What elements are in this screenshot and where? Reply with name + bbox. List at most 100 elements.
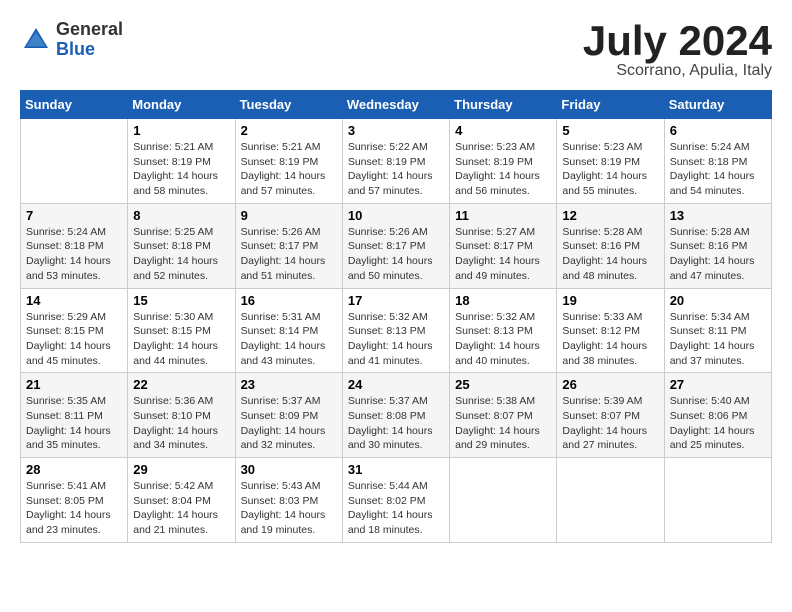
day-cell: 17 Sunrise: 5:32 AM Sunset: 8:13 PM Dayli…	[342, 288, 449, 373]
day-cell: 21 Sunrise: 5:35 AM Sunset: 8:11 PM Dayli…	[21, 373, 128, 458]
day-info: Sunrise: 5:23 AM Sunset: 8:19 PM Dayligh…	[562, 140, 658, 199]
day-cell: 31 Sunrise: 5:44 AM Sunset: 8:02 PM Dayli…	[342, 458, 449, 543]
header-row: SundayMondayTuesdayWednesdayThursdayFrid…	[21, 91, 772, 119]
day-cell: 25 Sunrise: 5:38 AM Sunset: 8:07 PM Dayli…	[450, 373, 557, 458]
calendar-header: SundayMondayTuesdayWednesdayThursdayFrid…	[21, 91, 772, 119]
day-cell: 5 Sunrise: 5:23 AM Sunset: 8:19 PM Daylig…	[557, 119, 664, 204]
day-cell: 13Sunrise: 5:28 AM Sunset: 8:16 PM Dayli…	[664, 203, 771, 288]
day-number: 15	[133, 293, 229, 308]
day-info: Sunrise: 5:38 AM Sunset: 8:07 PM Dayligh…	[455, 394, 551, 453]
day-cell: 7 Sunrise: 5:24 AM Sunset: 8:18 PM Daylig…	[21, 203, 128, 288]
day-info: Sunrise: 5:43 AM Sunset: 8:03 PM Dayligh…	[241, 479, 337, 538]
day-info: Sunrise: 5:32 AM Sunset: 8:13 PM Dayligh…	[455, 310, 551, 369]
day-info: Sunrise: 5:42 AM Sunset: 8:04 PM Dayligh…	[133, 479, 229, 538]
day-info: Sunrise: 5:27 AM Sunset: 8:17 PM Dayligh…	[455, 225, 551, 284]
day-cell: 18 Sunrise: 5:32 AM Sunset: 8:13 PM Dayli…	[450, 288, 557, 373]
logo: General Blue	[20, 20, 123, 60]
day-number: 25	[455, 377, 551, 392]
day-cell: 11Sunrise: 5:27 AM Sunset: 8:17 PM Dayli…	[450, 203, 557, 288]
day-info: Sunrise: 5:22 AM Sunset: 8:19 PM Dayligh…	[348, 140, 444, 199]
header-cell-tuesday: Tuesday	[235, 91, 342, 119]
day-number: 29	[133, 462, 229, 477]
header-cell-monday: Monday	[128, 91, 235, 119]
day-number: 21	[26, 377, 122, 392]
day-info: Sunrise: 5:30 AM Sunset: 8:15 PM Dayligh…	[133, 310, 229, 369]
day-info: Sunrise: 5:41 AM Sunset: 8:05 PM Dayligh…	[26, 479, 122, 538]
day-cell: 10 Sunrise: 5:26 AM Sunset: 8:17 PM Dayli…	[342, 203, 449, 288]
day-cell	[21, 119, 128, 204]
week-row-3: 14 Sunrise: 5:29 AM Sunset: 8:15 PM Dayli…	[21, 288, 772, 373]
day-info: Sunrise: 5:21 AM Sunset: 8:19 PM Dayligh…	[133, 140, 229, 199]
day-info: Sunrise: 5:37 AM Sunset: 8:08 PM Dayligh…	[348, 394, 444, 453]
day-info: Sunrise: 5:29 AM Sunset: 8:15 PM Dayligh…	[26, 310, 122, 369]
day-number: 8	[133, 208, 229, 223]
day-number: 9	[241, 208, 337, 223]
day-info: Sunrise: 5:35 AM Sunset: 8:11 PM Dayligh…	[26, 394, 122, 453]
day-cell: 27Sunrise: 5:40 AM Sunset: 8:06 PM Dayli…	[664, 373, 771, 458]
day-number: 1	[133, 123, 229, 138]
day-number: 14	[26, 293, 122, 308]
day-info: Sunrise: 5:28 AM Sunset: 8:16 PM Dayligh…	[562, 225, 658, 284]
day-number: 12	[562, 208, 658, 223]
day-cell	[664, 458, 771, 543]
header-cell-saturday: Saturday	[664, 91, 771, 119]
logo-icon	[20, 24, 52, 56]
day-cell: 1 Sunrise: 5:21 AM Sunset: 8:19 PM Daylig…	[128, 119, 235, 204]
day-number: 31	[348, 462, 444, 477]
day-info: Sunrise: 5:31 AM Sunset: 8:14 PM Dayligh…	[241, 310, 337, 369]
day-info: Sunrise: 5:44 AM Sunset: 8:02 PM Dayligh…	[348, 479, 444, 538]
day-info: Sunrise: 5:26 AM Sunset: 8:17 PM Dayligh…	[348, 225, 444, 284]
day-info: Sunrise: 5:28 AM Sunset: 8:16 PM Dayligh…	[670, 225, 766, 284]
location-subtitle: Scorrano, Apulia, Italy	[583, 62, 772, 80]
calendar-table: SundayMondayTuesdayWednesdayThursdayFrid…	[20, 90, 772, 543]
logo-general-text: General	[56, 20, 123, 40]
week-row-5: 28 Sunrise: 5:41 AM Sunset: 8:05 PM Dayli…	[21, 458, 772, 543]
day-info: Sunrise: 5:39 AM Sunset: 8:07 PM Dayligh…	[562, 394, 658, 453]
month-title: July 2024	[583, 20, 772, 62]
day-number: 30	[241, 462, 337, 477]
header-cell-friday: Friday	[557, 91, 664, 119]
day-cell: 30 Sunrise: 5:43 AM Sunset: 8:03 PM Dayli…	[235, 458, 342, 543]
week-row-4: 21 Sunrise: 5:35 AM Sunset: 8:11 PM Dayli…	[21, 373, 772, 458]
calendar-body: 1 Sunrise: 5:21 AM Sunset: 8:19 PM Daylig…	[21, 119, 772, 543]
logo-blue-text: Blue	[56, 40, 123, 60]
day-number: 16	[241, 293, 337, 308]
day-number: 19	[562, 293, 658, 308]
day-number: 10	[348, 208, 444, 223]
day-info: Sunrise: 5:21 AM Sunset: 8:19 PM Dayligh…	[241, 140, 337, 199]
day-number: 23	[241, 377, 337, 392]
day-info: Sunrise: 5:32 AM Sunset: 8:13 PM Dayligh…	[348, 310, 444, 369]
day-cell	[557, 458, 664, 543]
day-info: Sunrise: 5:23 AM Sunset: 8:19 PM Dayligh…	[455, 140, 551, 199]
day-number: 17	[348, 293, 444, 308]
header-cell-sunday: Sunday	[21, 91, 128, 119]
day-cell: 6 Sunrise: 5:24 AM Sunset: 8:18 PM Daylig…	[664, 119, 771, 204]
day-info: Sunrise: 5:24 AM Sunset: 8:18 PM Dayligh…	[670, 140, 766, 199]
day-number: 26	[562, 377, 658, 392]
day-info: Sunrise: 5:25 AM Sunset: 8:18 PM Dayligh…	[133, 225, 229, 284]
day-number: 18	[455, 293, 551, 308]
week-row-1: 1 Sunrise: 5:21 AM Sunset: 8:19 PM Daylig…	[21, 119, 772, 204]
day-cell: 28 Sunrise: 5:41 AM Sunset: 8:05 PM Dayli…	[21, 458, 128, 543]
day-cell: 9Sunrise: 5:26 AM Sunset: 8:17 PM Daylig…	[235, 203, 342, 288]
day-number: 2	[241, 123, 337, 138]
day-cell: 15 Sunrise: 5:30 AM Sunset: 8:15 PM Dayli…	[128, 288, 235, 373]
page-header: General Blue July 2024 Scorrano, Apulia,…	[20, 20, 772, 80]
day-number: 6	[670, 123, 766, 138]
day-cell: 20Sunrise: 5:34 AM Sunset: 8:11 PM Dayli…	[664, 288, 771, 373]
header-cell-wednesday: Wednesday	[342, 91, 449, 119]
day-info: Sunrise: 5:24 AM Sunset: 8:18 PM Dayligh…	[26, 225, 122, 284]
day-number: 28	[26, 462, 122, 477]
day-cell: 12 Sunrise: 5:28 AM Sunset: 8:16 PM Dayli…	[557, 203, 664, 288]
week-row-2: 7 Sunrise: 5:24 AM Sunset: 8:18 PM Daylig…	[21, 203, 772, 288]
day-number: 5	[562, 123, 658, 138]
day-number: 20	[670, 293, 766, 308]
title-area: July 2024 Scorrano, Apulia, Italy	[583, 20, 772, 80]
day-number: 24	[348, 377, 444, 392]
day-cell: 24 Sunrise: 5:37 AM Sunset: 8:08 PM Dayli…	[342, 373, 449, 458]
day-cell: 23Sunrise: 5:37 AM Sunset: 8:09 PM Dayli…	[235, 373, 342, 458]
day-number: 7	[26, 208, 122, 223]
day-cell: 29 Sunrise: 5:42 AM Sunset: 8:04 PM Dayli…	[128, 458, 235, 543]
day-number: 3	[348, 123, 444, 138]
day-cell: 2 Sunrise: 5:21 AM Sunset: 8:19 PM Daylig…	[235, 119, 342, 204]
